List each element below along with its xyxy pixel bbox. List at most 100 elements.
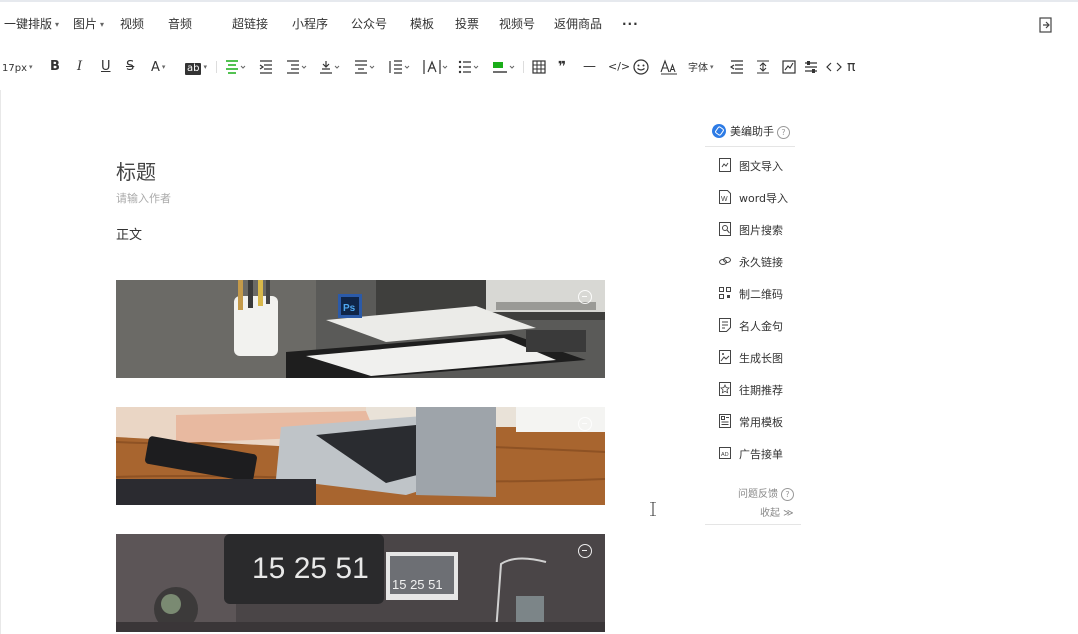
align-center-icon (226, 60, 246, 74)
panel-item-image-search[interactable]: 图片搜索 (719, 222, 783, 240)
article-import-icon (719, 158, 731, 172)
line-height-icon (389, 60, 410, 74)
vertical-align-icon (320, 61, 340, 74)
formula-button[interactable]: π (847, 58, 855, 76)
menu-commission-goods[interactable]: 返佣商品 (554, 16, 602, 32)
menu-vote[interactable]: 投票 (455, 16, 479, 32)
bullet-list-icon (458, 60, 479, 74)
line-height-button[interactable] (389, 58, 411, 76)
menu-image[interactable]: 图片 ▾ (73, 16, 104, 33)
clear-format-button[interactable] (804, 58, 818, 76)
menu-mini-program[interactable]: 小程序 (292, 16, 328, 32)
chart-button[interactable] (782, 58, 796, 76)
help-icon[interactable]: ? (777, 126, 790, 139)
link-icon (719, 257, 731, 265)
menu-template[interactable]: 模板 (410, 16, 434, 32)
code-button[interactable]: </> (608, 58, 630, 76)
strikethrough-button[interactable]: S (126, 58, 134, 76)
word-file-icon: W (719, 190, 731, 204)
panel-item-famous-quotes[interactable]: 名人金句 (719, 318, 783, 336)
format-painter-button[interactable] (756, 58, 770, 76)
photoshop-badge-text: Ps (343, 303, 356, 314)
author-input[interactable]: 请输入作者 (116, 190, 171, 206)
source-code-button[interactable] (826, 58, 842, 76)
align-center-button[interactable] (225, 58, 247, 76)
horizontal-rule-button[interactable]: — (583, 58, 596, 76)
letter-spacing-icon (423, 60, 448, 74)
list-button[interactable] (458, 58, 480, 76)
ad-icon: AD (719, 447, 731, 459)
collapse-button[interactable]: 收起 ≫ (760, 504, 794, 519)
article-image-3[interactable]: 15 25 51 15 25 51 (116, 534, 605, 632)
menu-hyperlink[interactable]: 超链接 (232, 16, 268, 32)
laptop-clock-text: 15 25 51 (392, 577, 443, 592)
panel-item-word-import[interactable]: Wword导入 (719, 190, 788, 208)
italic-button[interactable]: I (77, 58, 82, 76)
table-button[interactable] (532, 58, 546, 76)
quote-button[interactable]: ❞ (558, 58, 566, 76)
underline-button[interactable]: U (101, 58, 111, 76)
indent-button[interactable] (259, 58, 273, 76)
border-color-icon (493, 62, 515, 73)
menu-more[interactable]: ··· (622, 16, 639, 32)
more-icon: ··· (622, 17, 639, 31)
panel-item-long-image[interactable]: 生成长图 (719, 350, 783, 368)
emoji-button[interactable] (633, 58, 649, 76)
menu-audio[interactable]: 音频 (168, 16, 192, 32)
letter-spacing-button[interactable] (423, 58, 449, 76)
help-icon: ? (781, 488, 794, 501)
toolbar-divider (216, 61, 217, 73)
panel-item-common-templates[interactable]: 常用模板 (719, 414, 783, 432)
bold-button[interactable]: B (50, 58, 60, 76)
outdent-icon (730, 60, 743, 74)
outdent-button[interactable] (730, 58, 744, 76)
exit-editor-icon[interactable] (1039, 17, 1053, 33)
highlight-button[interactable]: ab ▾ (185, 58, 207, 76)
clock-desk-image: 15 25 51 15 25 51 (116, 534, 605, 632)
recommend-icon (719, 382, 731, 396)
font-family-select[interactable]: 字体 ▾ (688, 58, 714, 76)
feedback-link[interactable]: 问题反馈? (738, 485, 794, 501)
panel-item-qr-code[interactable]: 制二维码 (719, 286, 783, 304)
paragraph-spacing-icon (355, 60, 375, 74)
article-title[interactable]: 标题 (116, 156, 156, 185)
menu-channels[interactable]: 视频号 (499, 16, 535, 32)
image-action-icon[interactable] (578, 417, 592, 431)
chevron-down-icon: ▾ (55, 20, 60, 29)
article-image-1[interactable]: Ps (116, 280, 605, 378)
svg-text:W: W (721, 196, 728, 203)
text-format-button[interactable] (660, 58, 678, 76)
laptop-desk-image (116, 407, 605, 505)
clock-display-text: 15 25 51 (252, 552, 369, 585)
panel-item-ad-orders[interactable]: AD 广告接单 (719, 446, 783, 464)
panel-item-article-import[interactable]: 图文导入 (719, 158, 783, 176)
quote-doc-icon (719, 318, 731, 332)
article-image-2[interactable] (116, 407, 605, 505)
paragraph-spacing-button[interactable] (354, 58, 376, 76)
font-size-select[interactable]: 17px ▾ (2, 58, 33, 76)
menu-official-account[interactable]: 公众号 (351, 16, 387, 32)
format-painter-icon (757, 60, 769, 74)
panel-title: 美编助手 (730, 125, 774, 138)
line-indent-button[interactable] (286, 58, 308, 76)
chevron-down-icon: ▾ (29, 63, 33, 71)
vertical-align-button[interactable] (319, 58, 341, 76)
source-code-icon (826, 62, 842, 72)
panel-item-past-recommend[interactable]: 往期推荐 (719, 382, 783, 400)
chevron-down-icon: ▾ (161, 63, 166, 71)
panel-item-permanent-link[interactable]: 永久链接 (719, 254, 783, 272)
menu-one-click-layout[interactable]: 一键排版 ▾ (4, 16, 59, 33)
panel-header: 美编助手? (712, 123, 790, 139)
text-cursor-icon (650, 502, 656, 516)
template-icon (719, 414, 731, 428)
image-search-icon (719, 222, 731, 236)
image-action-icon[interactable] (578, 544, 592, 558)
font-color-button[interactable]: A ▾ (151, 58, 165, 76)
article-body[interactable]: 正文 (116, 224, 142, 243)
border-button[interactable] (492, 58, 516, 76)
format-toolbar: 17px ▾ B I U S A ▾ ab ▾ ❞ — </> 字体 ▾ π (0, 52, 1078, 82)
panel-divider (705, 524, 801, 525)
menu-video[interactable]: 视频 (120, 16, 144, 32)
image-action-icon[interactable] (578, 290, 592, 304)
chevron-down-icon: ▾ (710, 63, 714, 71)
